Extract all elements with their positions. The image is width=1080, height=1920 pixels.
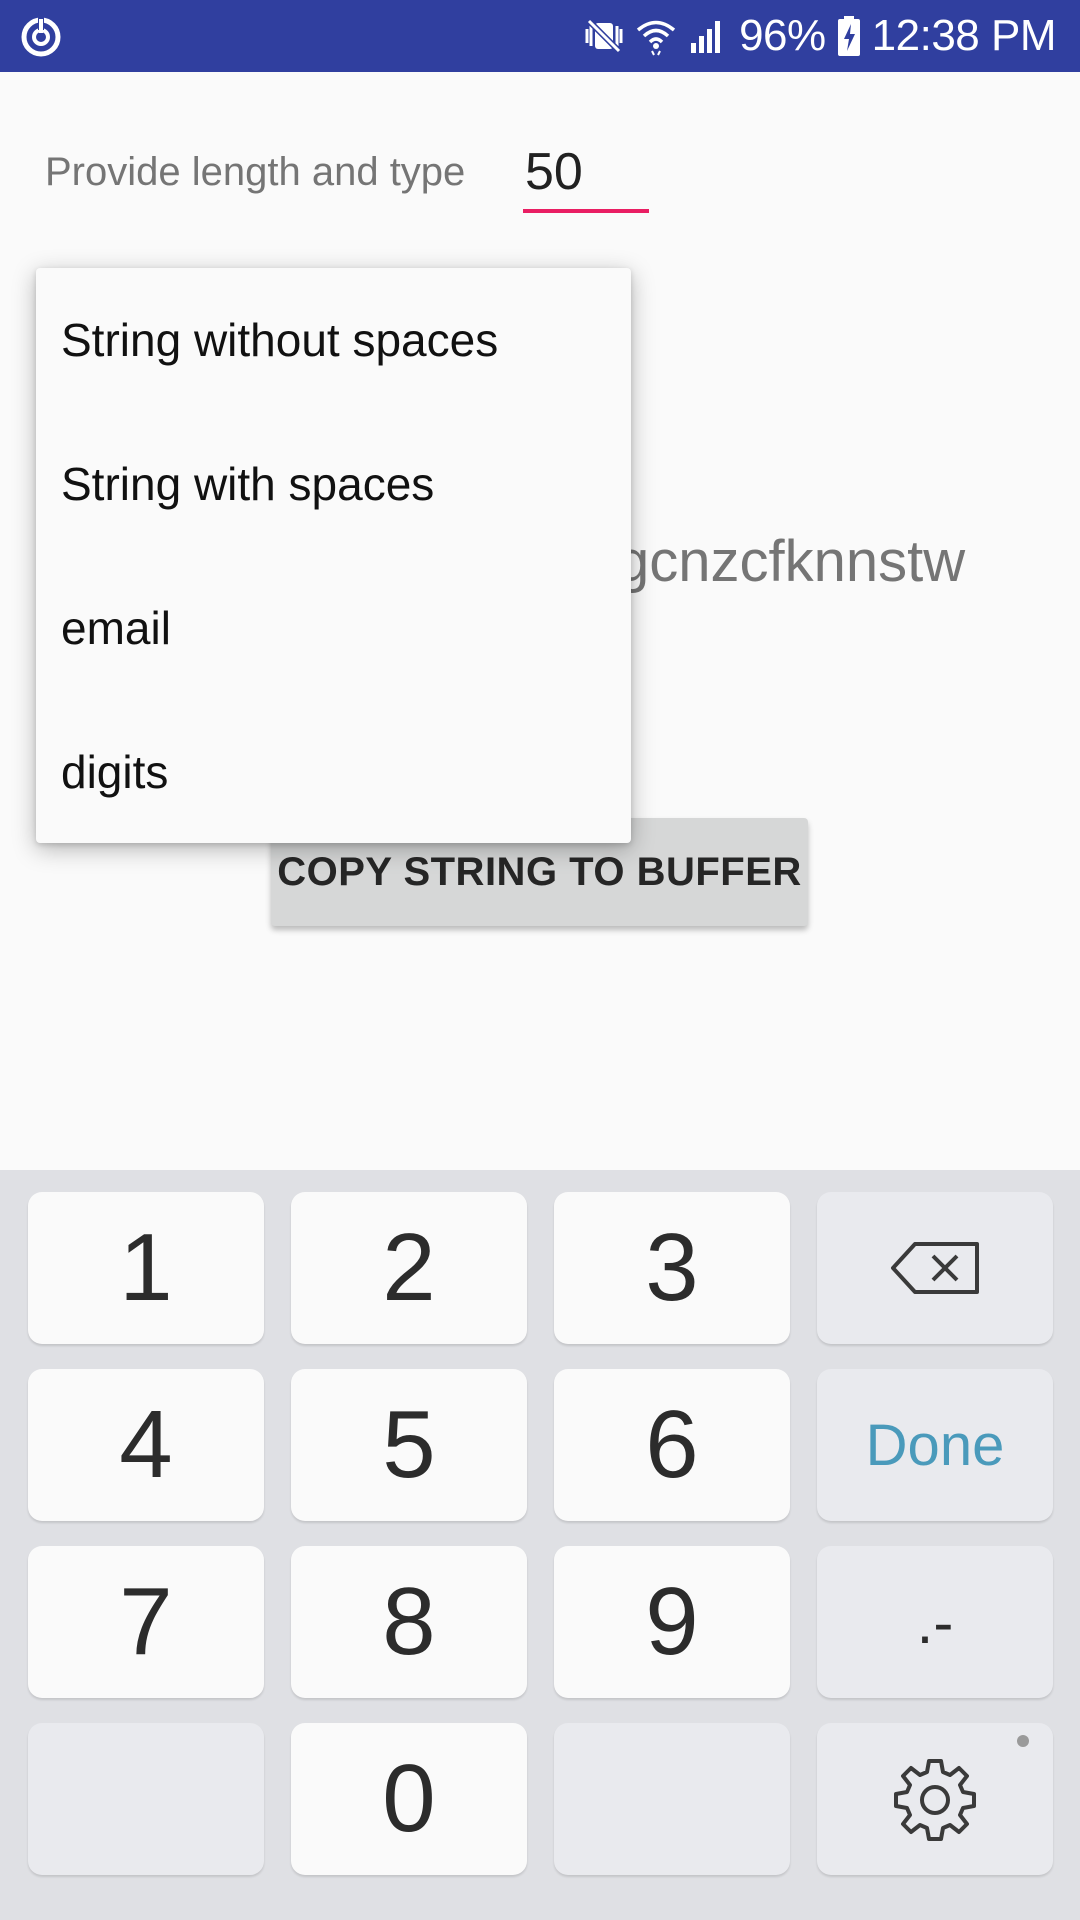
settings-indicator-dot: [1017, 1735, 1029, 1747]
punct-key[interactable]: .-: [817, 1546, 1053, 1698]
dropdown-option-string-without-spaces[interactable]: String without spaces: [36, 268, 631, 412]
length-type-label: Provide length and type: [45, 150, 466, 194]
key-0[interactable]: 0: [291, 1723, 527, 1875]
done-key[interactable]: Done: [817, 1369, 1053, 1521]
cell-signal-icon: [691, 21, 721, 53]
length-input[interactable]: [523, 135, 649, 213]
settings-gear-icon: [894, 1759, 976, 1841]
key-6[interactable]: 6: [554, 1369, 790, 1521]
status-bar: 96% 12:38 PM: [0, 0, 1080, 72]
key-2[interactable]: 2: [291, 1192, 527, 1344]
numeric-keyboard: 1 2 3 4 5 6 Done 7 8 9 .- 0: [0, 1170, 1080, 1920]
sync-power-icon: [21, 16, 61, 57]
dropdown-option-digits[interactable]: digits: [36, 700, 631, 844]
clock: 12:38 PM: [871, 11, 1057, 60]
key-5[interactable]: 5: [291, 1369, 527, 1521]
backspace-key[interactable]: [817, 1192, 1053, 1344]
battery-percent: 96%: [739, 11, 826, 60]
blank-key-right[interactable]: [554, 1723, 790, 1875]
generated-string: gcnzcfknnstw: [617, 529, 966, 594]
key-8[interactable]: 8: [291, 1546, 527, 1698]
wifi-icon: [636, 20, 676, 56]
blank-key-left[interactable]: [28, 1723, 264, 1875]
backspace-icon: [891, 1242, 979, 1294]
key-3[interactable]: 3: [554, 1192, 790, 1344]
key-1[interactable]: 1: [28, 1192, 264, 1344]
dropdown-option-email[interactable]: email: [36, 556, 631, 700]
key-4[interactable]: 4: [28, 1369, 264, 1521]
vibrate-mute-icon: [585, 18, 623, 54]
battery-charging-icon: [837, 16, 860, 56]
dropdown-option-string-with-spaces[interactable]: String with spaces: [36, 412, 631, 556]
type-dropdown-menu: String without spaces String with spaces…: [36, 268, 631, 843]
key-9[interactable]: 9: [554, 1546, 790, 1698]
key-7[interactable]: 7: [28, 1546, 264, 1698]
settings-key[interactable]: [817, 1723, 1053, 1875]
